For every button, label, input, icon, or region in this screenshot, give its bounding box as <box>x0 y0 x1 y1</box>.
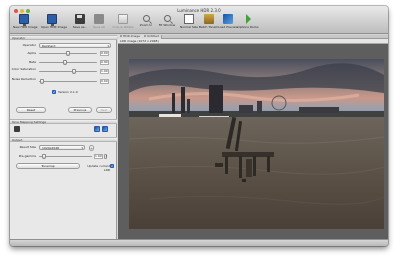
monitor-icon <box>19 14 29 26</box>
monitor-icon <box>47 14 57 26</box>
slider-knob[interactable] <box>42 154 47 159</box>
crop-rotate-label: Crop & Rotate <box>112 25 134 29</box>
color-saturation-slider[interactable] <box>39 69 97 74</box>
window-title: Luminance HDR 2.3.0 <box>177 8 221 13</box>
normal-size-label: Normal Size <box>180 25 198 29</box>
image-view-area: HDR Image Untitled LDR image (1072 x 204… <box>118 35 388 239</box>
slider-track <box>39 81 97 82</box>
operator-select-value: Reinhard <box>42 44 56 48</box>
normal-size-button[interactable]: Normal Size <box>178 14 200 33</box>
load-preview-label: Load Preview <box>218 25 238 29</box>
load-settings-icon[interactable] <box>94 126 100 132</box>
noise-reduction-slider[interactable] <box>39 79 97 84</box>
slider-knob[interactable] <box>66 51 70 56</box>
tab-hdr-image-label: HDR Image <box>123 34 140 38</box>
previous-button[interactable]: Previous <box>68 107 92 113</box>
result-size-select[interactable]: 1024x2048 ▾ <box>39 145 85 150</box>
disk-icon <box>94 14 104 24</box>
pre-gamma-value-field[interactable]: 1.00 <box>94 154 103 159</box>
apply-settings-icon[interactable] <box>102 126 108 132</box>
noise-reduction-label: Noise Reduction <box>11 77 36 81</box>
pre-gamma-label: Pre-gamma <box>18 154 36 158</box>
tonemapped-photo <box>129 59 384 229</box>
close-tab-icon[interactable] <box>120 35 122 37</box>
batch-icon <box>204 14 214 24</box>
zoom-in-button[interactable]: Zoom In <box>135 14 157 33</box>
chevron-down-icon: ▾ <box>81 146 83 150</box>
app-window: Luminance HDR 2.3.0 New HDR Image Open H… <box>10 6 388 246</box>
slider-track <box>39 156 92 157</box>
add-size-button[interactable]: + <box>89 145 94 151</box>
update-ldr-label: Update current LDR <box>87 164 110 172</box>
noise-reduction-value-field[interactable]: 0.00 <box>100 79 109 84</box>
image-info-label: LDR image (1072 x 2048) <box>118 39 388 44</box>
zoom-in-label: Zoom In <box>139 23 153 27</box>
options-label: Options Rocks <box>237 25 259 29</box>
alpha-slider[interactable] <box>39 51 97 56</box>
operator-section-header: Operator <box>10 35 117 40</box>
slider-knob[interactable] <box>39 79 44 84</box>
color-saturation-label: Color Saturation <box>11 67 36 71</box>
options-button[interactable]: Options Rocks <box>237 14 259 33</box>
status-bar <box>10 239 388 246</box>
toolbar: Luminance HDR 2.3.0 New HDR Image Open H… <box>10 6 388 34</box>
play-icon <box>246 14 251 24</box>
close-tab-icon[interactable] <box>144 35 146 37</box>
crop-icon <box>118 14 128 24</box>
operator-select[interactable]: Reinhard ▾ <box>39 43 111 48</box>
version-checkbox-label: Version 2.1.0 <box>58 90 78 94</box>
beta-value-field[interactable]: 0.90 <box>100 60 109 65</box>
load-preview-button[interactable]: Load Preview <box>217 14 239 33</box>
slider-track <box>39 71 97 72</box>
color-saturation-value-field[interactable]: 1.00 <box>100 69 109 74</box>
operator-label: Operator <box>22 43 36 47</box>
slider-knob[interactable] <box>71 69 76 74</box>
chevron-down-icon: ▾ <box>107 44 109 48</box>
next-button[interactable]: Next <box>96 107 112 113</box>
tonemap-button[interactable]: Tonemap <box>16 163 80 169</box>
slider-track <box>39 62 97 63</box>
output-section-header: Output <box>10 137 117 142</box>
normal-size-icon <box>184 14 194 24</box>
save-all-button[interactable]: Save All <box>88 14 110 33</box>
tonemapping-panel: Operator Operator Reinhard ▾ Alpha 0.00 … <box>10 35 117 239</box>
tab-untitled-label: Untitled <box>147 34 159 38</box>
result-size-label: Result Size <box>19 145 36 149</box>
new-hdr-image-button[interactable]: New HDR Image <box>13 14 38 33</box>
version-checkbox[interactable]: ✓ <box>52 90 56 94</box>
open-hdr-image-button[interactable]: Open HDR Image <box>41 14 67 33</box>
ldr-image-preview[interactable] <box>129 59 384 229</box>
result-size-value: 1024x2048 <box>42 146 60 150</box>
zoom-in-icon <box>142 15 150 22</box>
fit-window-label: Fit Window <box>158 23 176 27</box>
alpha-label: Alpha <box>27 51 36 55</box>
fit-window-button[interactable]: Fit Window <box>156 14 178 33</box>
pre-gamma-slider[interactable] <box>39 154 92 159</box>
fit-window-icon <box>163 15 171 22</box>
reset-button[interactable]: Reset <box>16 107 46 113</box>
slider-knob[interactable] <box>63 60 68 65</box>
beta-label: Beta <box>29 60 36 64</box>
alpha-value-field[interactable]: 0.00 <box>100 51 109 56</box>
update-ldr-checkbox[interactable]: ✓ <box>110 164 114 168</box>
disk-icon <box>75 14 85 24</box>
tonemap-icon <box>223 14 233 24</box>
crop-rotate-button[interactable]: Crop & Rotate <box>112 14 134 33</box>
tone-mapping-settings-header: Tone Mapping Settings <box>10 119 117 124</box>
pre-gamma-stepper[interactable]: ⇕ <box>104 154 108 159</box>
beta-slider[interactable] <box>39 60 97 65</box>
save-all-label: Save All <box>92 25 106 29</box>
save-settings-icon[interactable] <box>14 126 20 132</box>
